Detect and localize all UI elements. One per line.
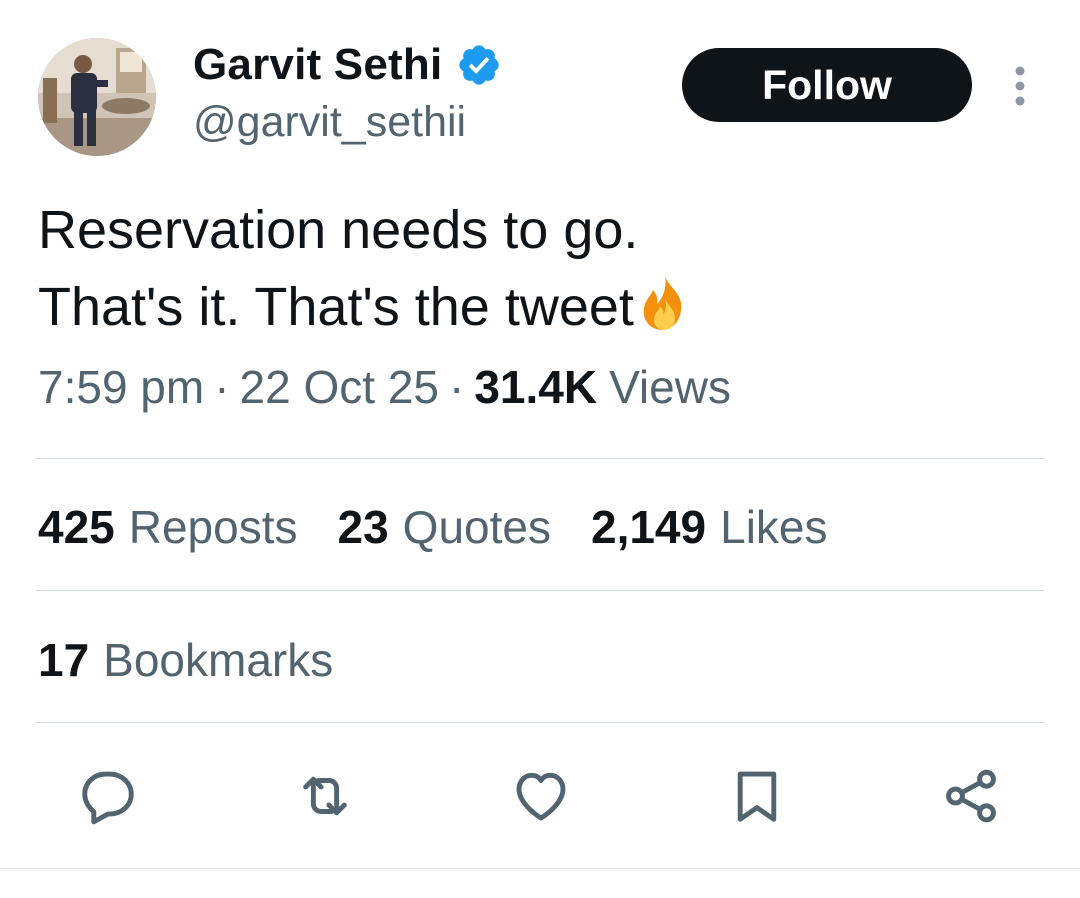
tweet-meta: 7:59 pm · 22 Oct 25 · 31.4K Views [38, 360, 731, 414]
verified-badge-icon [456, 42, 502, 88]
views-count[interactable]: 31.4K [474, 360, 597, 414]
likes-stat[interactable]: 2,149 Likes [591, 500, 828, 554]
quotes-count: 23 [337, 501, 389, 553]
follow-button[interactable]: Follow [682, 48, 972, 122]
author-display-name[interactable]: Garvit Sethi [193, 40, 442, 90]
meta-separator: · [214, 361, 230, 413]
tweet-text-line: Reservation needs to go. [38, 200, 639, 260]
engagement-stats: 425 Reposts 23 Quotes 2,149 Likes [38, 500, 868, 554]
reply-icon[interactable] [77, 765, 139, 827]
like-icon[interactable] [510, 765, 572, 827]
bookmark-icon[interactable] [726, 765, 788, 827]
tweet-time[interactable]: 7:59 pm [38, 360, 204, 414]
author-handle[interactable]: @garvit_sethii [193, 98, 466, 147]
divider-bottom [0, 868, 1080, 869]
bookmarks-count: 17 [38, 634, 90, 686]
reposts-count: 425 [38, 501, 115, 553]
views-label[interactable]: Views [609, 360, 731, 414]
fire-icon [636, 273, 694, 333]
likes-count: 2,149 [590, 501, 707, 553]
more-vertical-icon[interactable] [1006, 64, 1034, 108]
tweet-text-line: That's it. That's the tweet [38, 277, 634, 337]
divider [36, 458, 1044, 459]
avatar[interactable] [38, 38, 156, 156]
quotes-label: Quotes [402, 501, 551, 553]
bookmarks-stat-inner: 17 Bookmarks [38, 633, 333, 687]
tweet-detail: Garvit Sethi @garvit_sethii Follow Reser… [0, 0, 1080, 898]
reposts-label: Reposts [128, 501, 298, 553]
tweet-text: Reservation needs to go. That's it. That… [38, 192, 694, 346]
likes-label: Likes [720, 501, 828, 553]
repost-icon[interactable] [294, 765, 356, 827]
reposts-stat[interactable]: 425 Reposts [38, 500, 298, 554]
avatar-photo [38, 38, 156, 156]
tweet-date[interactable]: 22 Oct 25 [240, 360, 439, 414]
tweet-text-line-2: That's it. That's the tweet [38, 269, 694, 346]
meta-separator-2: · [449, 361, 465, 413]
bookmarks-stat[interactable]: 17 Bookmarks [38, 633, 333, 687]
divider [36, 722, 1044, 723]
author-name-row: Garvit Sethi [193, 38, 502, 92]
bookmarks-label: Bookmarks [103, 634, 334, 686]
divider [36, 590, 1044, 591]
quotes-stat[interactable]: 23 Quotes [338, 500, 551, 554]
share-icon[interactable] [940, 765, 1002, 827]
